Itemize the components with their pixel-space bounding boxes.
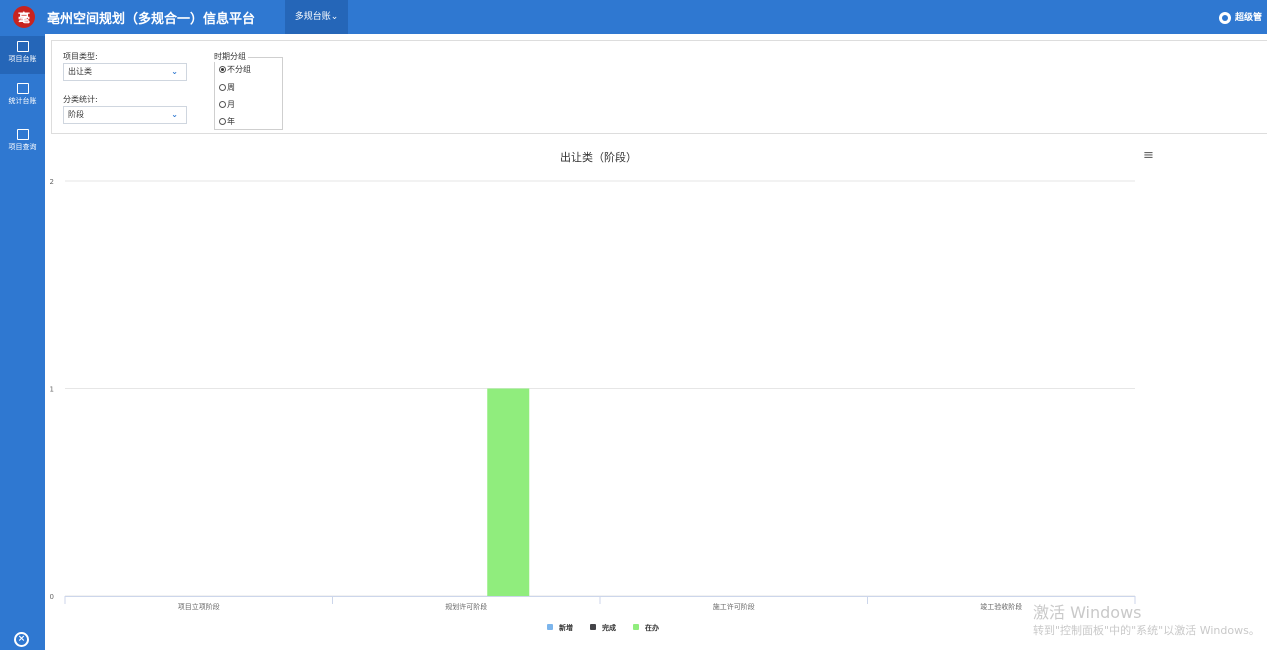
- y-tick-label: 0: [50, 593, 54, 601]
- watermark-subtitle: 转到"控制面板"中的"系统"以激活 Windows。: [1033, 624, 1260, 637]
- y-tick-label: 1: [50, 386, 54, 394]
- legend-swatch: [547, 624, 553, 630]
- x-tick-label: 施工许可阶段: [713, 602, 755, 611]
- y-tick-label: 2: [50, 178, 54, 186]
- x-tick-label: 规划许可阶段: [445, 602, 487, 611]
- legend-label: 新增: [559, 623, 573, 632]
- legend-label: 在办: [645, 623, 659, 632]
- x-tick-label: 竣工验收阶段: [980, 602, 1022, 611]
- legend-label: 完成: [602, 623, 616, 632]
- legend-swatch: [633, 624, 639, 630]
- chart-canvas: 0 1 2 项目立项阶段 规划许可阶段 施工许可阶段 竣工验收阶段新增 完成 在办: [50, 178, 1136, 632]
- legend-swatch: [590, 624, 596, 630]
- bar-在办: [487, 388, 530, 596]
- watermark-title: 激活 Windows: [1033, 603, 1142, 622]
- x-tick-label: 项目立项阶段: [178, 602, 220, 611]
